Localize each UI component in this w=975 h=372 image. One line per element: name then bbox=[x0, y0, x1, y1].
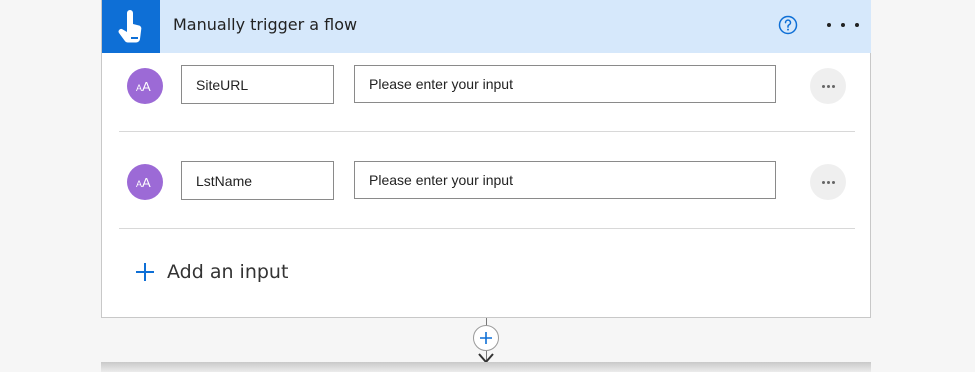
svg-text:A: A bbox=[142, 79, 151, 93]
divider bbox=[119, 131, 855, 132]
text-type-icon: A A bbox=[127, 68, 163, 104]
trigger-icon-tile bbox=[102, 0, 160, 53]
input-name-field[interactable] bbox=[181, 161, 334, 200]
input-name-field[interactable] bbox=[181, 65, 334, 104]
add-input-button[interactable]: Add an input bbox=[135, 257, 288, 287]
hand-pointer-icon bbox=[118, 9, 142, 43]
plus-icon bbox=[136, 263, 154, 281]
input-value-field[interactable] bbox=[354, 161, 776, 199]
text-type-icon: A A bbox=[127, 164, 163, 200]
next-step-card bbox=[101, 362, 871, 372]
help-icon[interactable] bbox=[778, 15, 798, 35]
more-options-icon[interactable] bbox=[827, 12, 859, 38]
trigger-title: Manually trigger a flow bbox=[173, 15, 358, 34]
trigger-card: Manually trigger a flow A A A A bbox=[101, 0, 871, 318]
input-row: A A bbox=[102, 152, 871, 216]
row-more-options-icon[interactable] bbox=[810, 68, 846, 104]
plus-icon bbox=[480, 332, 492, 344]
trigger-header[interactable]: Manually trigger a flow bbox=[102, 0, 871, 53]
input-value-field[interactable] bbox=[354, 65, 776, 103]
add-input-label: Add an input bbox=[167, 261, 289, 283]
row-more-options-icon[interactable] bbox=[810, 164, 846, 200]
divider bbox=[119, 228, 855, 229]
insert-step-button[interactable] bbox=[473, 325, 499, 351]
svg-text:A: A bbox=[142, 175, 151, 189]
input-row: A A bbox=[102, 56, 871, 120]
